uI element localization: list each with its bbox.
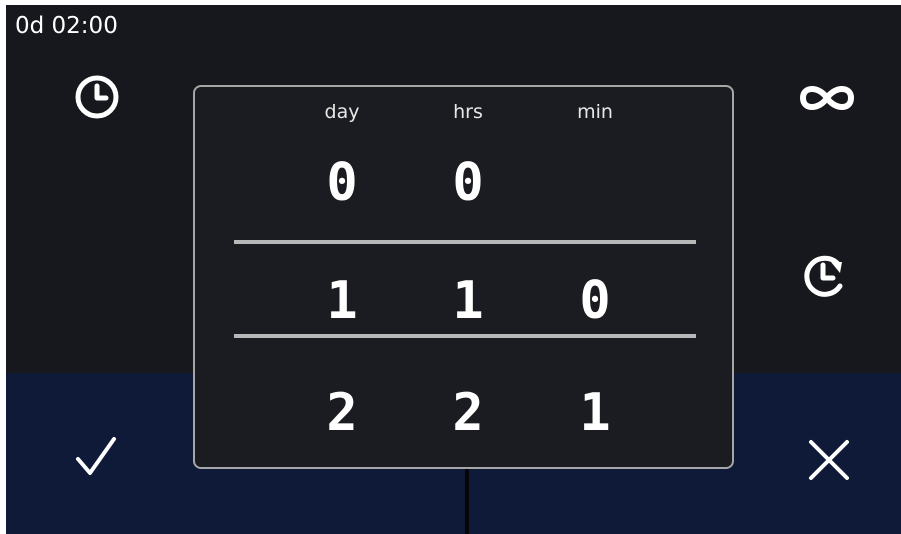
hours-prev-digit[interactable]: 0: [428, 157, 508, 209]
time-picker-dialog: day hrs min 0 0 1 1 0 2 2 1: [193, 85, 734, 469]
day-selected-digit[interactable]: 1: [302, 275, 382, 327]
infinity-icon: [800, 86, 854, 110]
clock-button[interactable]: [73, 73, 121, 121]
timer-screen: 0d 02:00 day hrs min 0 0 1 1 0 2 2 1: [6, 5, 901, 534]
hours-next-digit[interactable]: 2: [428, 387, 508, 439]
minutes-label: min: [577, 101, 613, 123]
hours-selected-digit[interactable]: 1: [428, 275, 508, 327]
clock-icon: [75, 75, 119, 119]
restart-clock-icon: [804, 255, 843, 297]
elapsed-time: 0d 02:00: [15, 13, 118, 39]
cancel-button[interactable]: [807, 438, 851, 482]
day-prev-digit[interactable]: 0: [302, 157, 382, 209]
minutes-next-digit[interactable]: 1: [555, 387, 635, 439]
selection-line-top: [234, 240, 696, 244]
day-next-digit[interactable]: 2: [302, 387, 382, 439]
day-label: day: [324, 101, 360, 123]
confirm-button[interactable]: [74, 435, 118, 479]
minutes-selected-digit[interactable]: 0: [555, 275, 635, 327]
close-icon: [809, 440, 849, 480]
restart-timer-button[interactable]: [798, 250, 850, 302]
hours-label: hrs: [453, 101, 483, 123]
check-icon: [76, 437, 116, 475]
selection-line-bottom: [234, 334, 696, 338]
infinity-button[interactable]: [793, 79, 861, 117]
